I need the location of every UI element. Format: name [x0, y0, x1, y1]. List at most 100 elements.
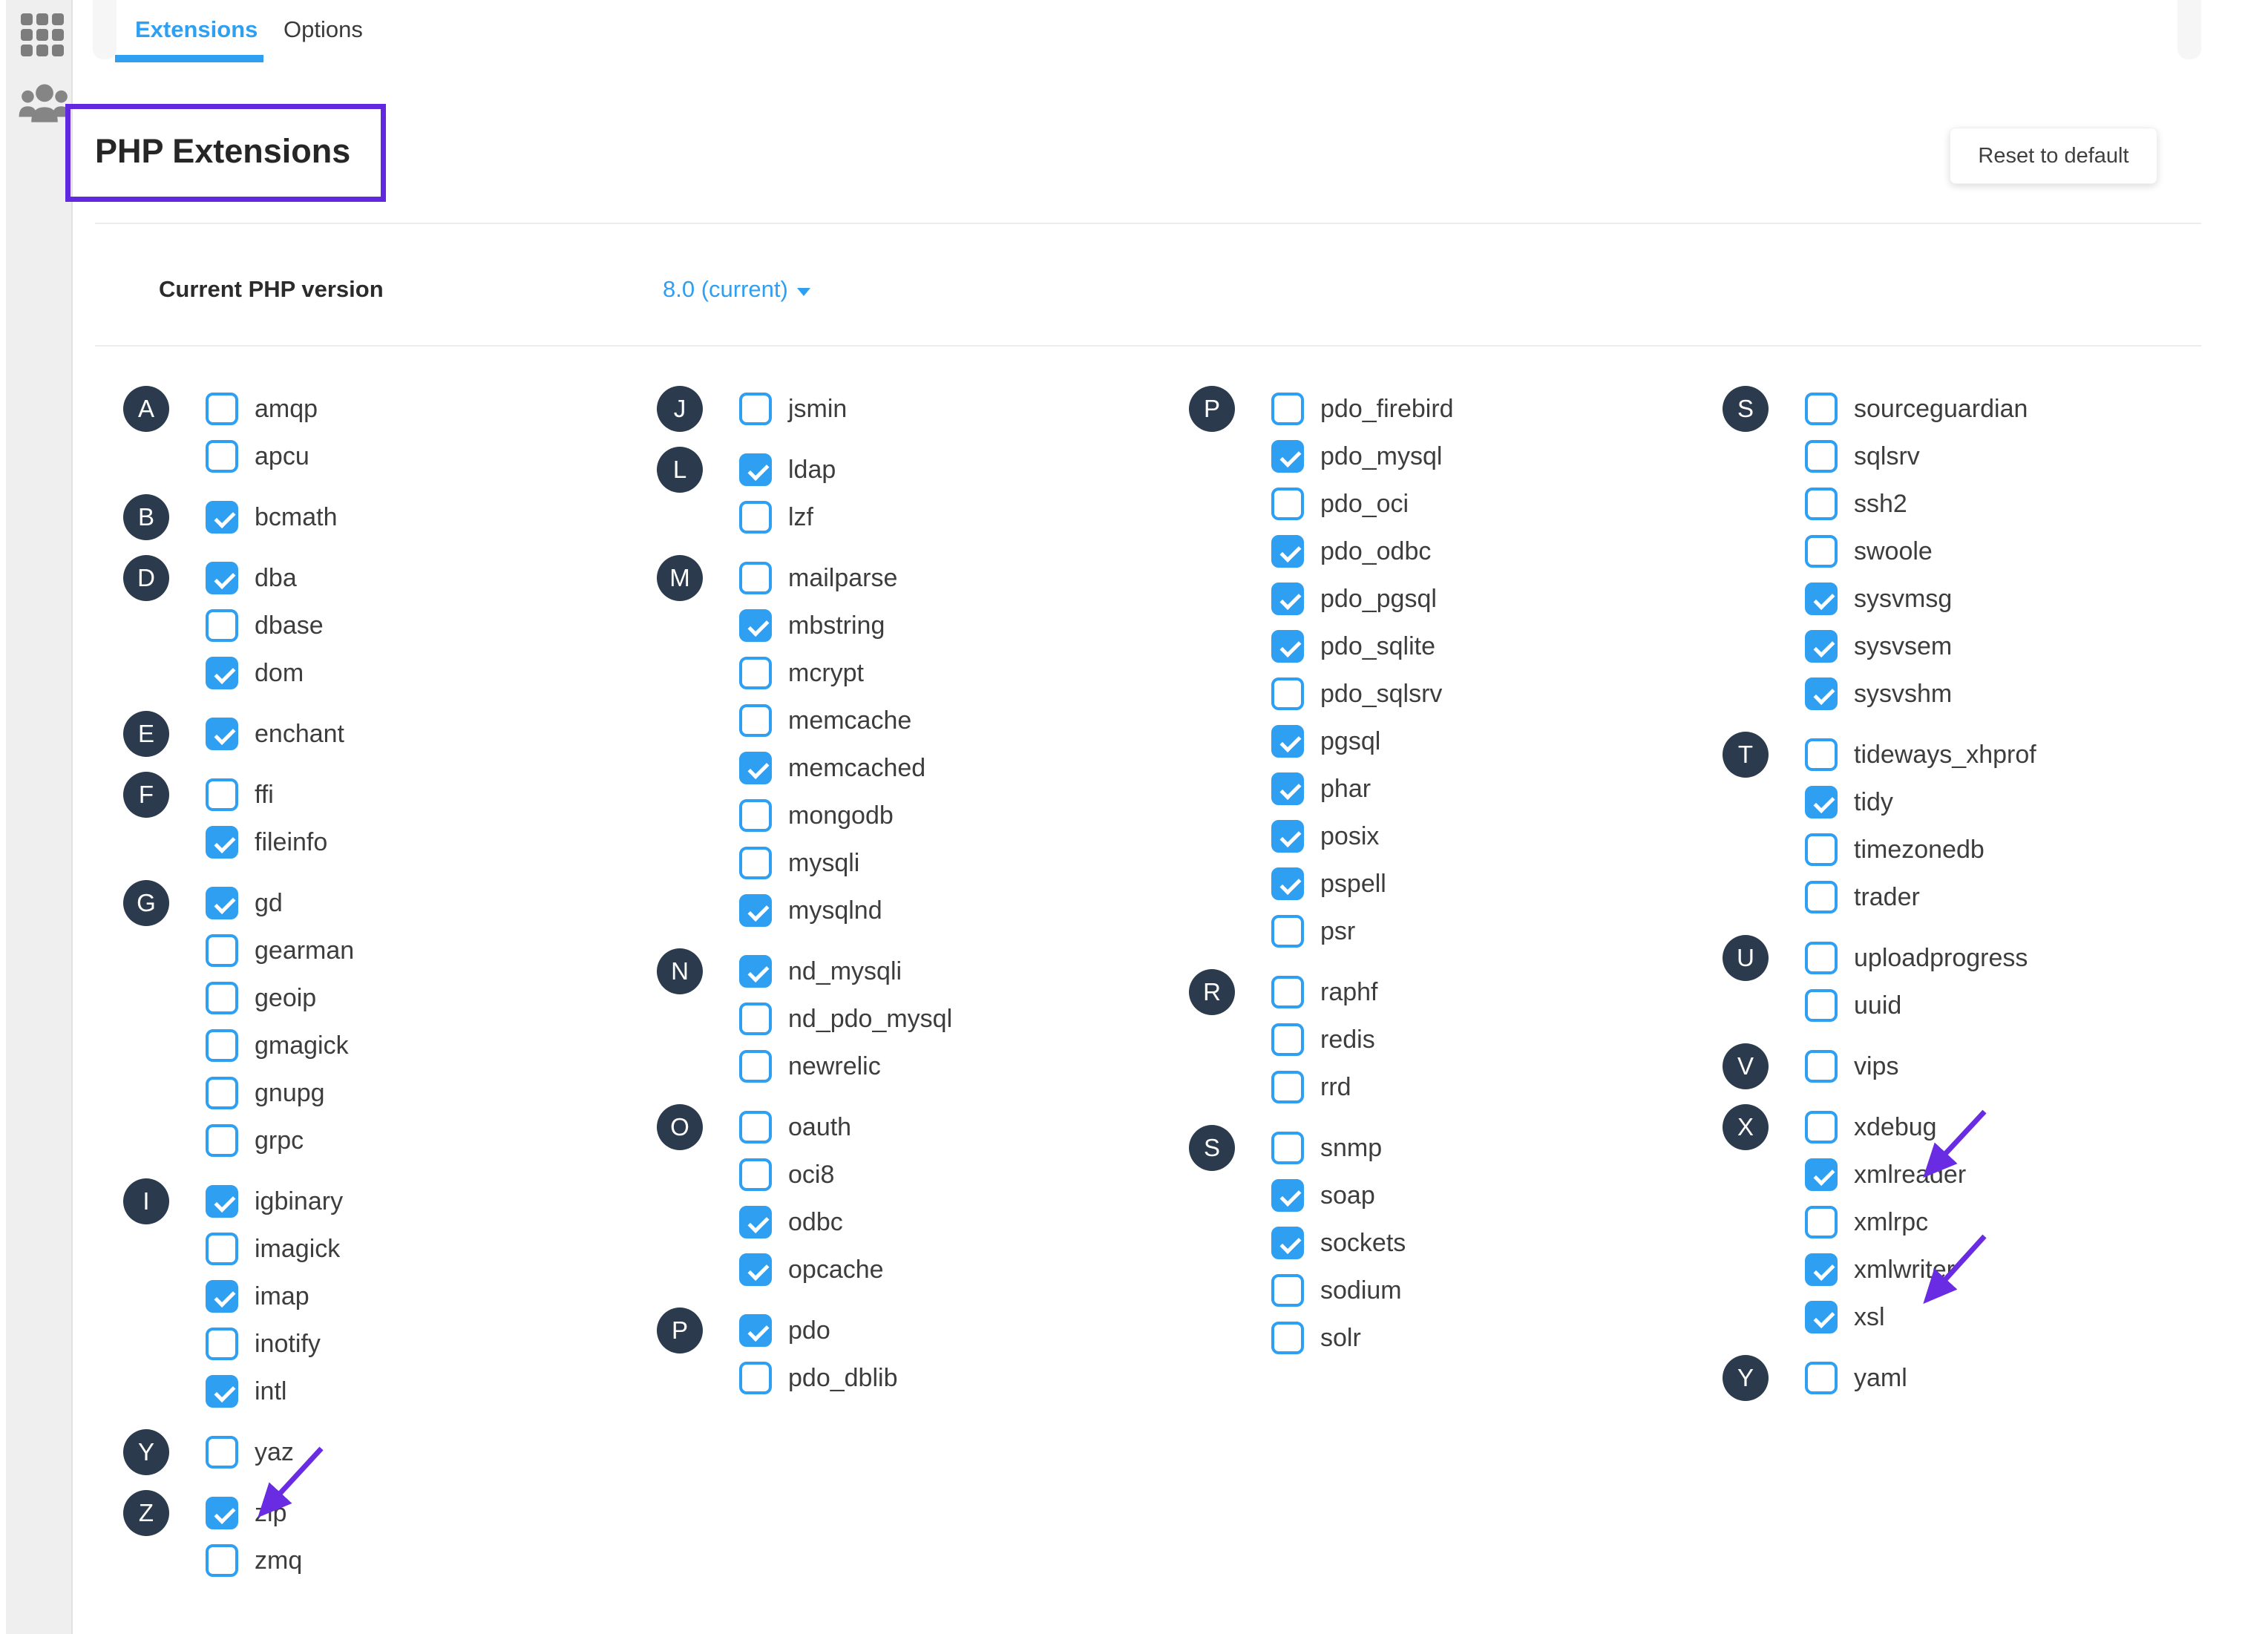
- checkbox-rrd[interactable]: [1271, 1071, 1304, 1103]
- checkbox-dom[interactable]: [206, 657, 238, 689]
- checkbox-nd_pdo_mysql[interactable]: [739, 1003, 772, 1035]
- checkbox-oauth[interactable]: [739, 1111, 772, 1144]
- checkbox-snmp[interactable]: [1271, 1132, 1304, 1164]
- checkbox-tidy[interactable]: [1805, 786, 1838, 818]
- checkbox-psr[interactable]: [1271, 915, 1304, 948]
- checkbox-amqp[interactable]: [206, 393, 238, 425]
- checkbox-sqlsrv[interactable]: [1805, 440, 1838, 473]
- checkbox-sourceguardian[interactable]: [1805, 393, 1838, 425]
- checkbox-zip[interactable]: [206, 1497, 238, 1529]
- left-sidebar: [6, 0, 73, 1634]
- checkbox-mysqlnd[interactable]: [739, 894, 772, 927]
- checkbox-ldap[interactable]: [739, 453, 772, 486]
- checkbox-sodium[interactable]: [1271, 1274, 1304, 1307]
- checkbox-mbstring[interactable]: [739, 609, 772, 642]
- users-group-icon[interactable]: [16, 83, 73, 131]
- extension-row-lzf: lzf: [739, 493, 836, 541]
- checkbox-solr[interactable]: [1271, 1322, 1304, 1354]
- checkbox-xmlrpc[interactable]: [1805, 1206, 1838, 1238]
- letter-badge-S: S: [1189, 1125, 1235, 1171]
- tab-extensions[interactable]: Extensions: [135, 16, 258, 43]
- checkbox-yaz[interactable]: [206, 1436, 238, 1469]
- checkbox-yaml[interactable]: [1805, 1362, 1838, 1394]
- checkbox-grpc[interactable]: [206, 1124, 238, 1157]
- checkbox-raphf[interactable]: [1271, 976, 1304, 1008]
- checkbox-gnupg[interactable]: [206, 1077, 238, 1109]
- checkbox-sysvshm[interactable]: [1805, 677, 1838, 710]
- checkbox-redis[interactable]: [1271, 1023, 1304, 1056]
- checkbox-swoole[interactable]: [1805, 535, 1838, 568]
- checkbox-oci8[interactable]: [739, 1158, 772, 1191]
- checkbox-gmagick[interactable]: [206, 1029, 238, 1062]
- checkbox-mcrypt[interactable]: [739, 657, 772, 689]
- checkbox-xsl[interactable]: [1805, 1301, 1838, 1333]
- apps-grid-icon[interactable]: [21, 13, 64, 56]
- extension-label-igbinary: igbinary: [255, 1187, 343, 1216]
- checkbox-pdo[interactable]: [739, 1314, 772, 1347]
- checkbox-ssh2[interactable]: [1805, 488, 1838, 520]
- checkbox-memcache[interactable]: [739, 704, 772, 737]
- checkbox-odbc[interactable]: [739, 1206, 772, 1238]
- checkbox-sysvsem[interactable]: [1805, 630, 1838, 663]
- checkbox-memcached[interactable]: [739, 752, 772, 784]
- checkbox-pdo_oci[interactable]: [1271, 488, 1304, 520]
- extension-row-zmq: zmq: [206, 1537, 302, 1584]
- checkbox-intl[interactable]: [206, 1375, 238, 1408]
- checkbox-pgsql[interactable]: [1271, 725, 1304, 758]
- checkbox-dbase[interactable]: [206, 609, 238, 642]
- checkbox-tideways_xhprof[interactable]: [1805, 738, 1838, 771]
- checkbox-pdo_sqlsrv[interactable]: [1271, 677, 1304, 710]
- checkbox-geoip[interactable]: [206, 982, 238, 1014]
- checkbox-pdo_sqlite[interactable]: [1271, 630, 1304, 663]
- checkbox-lzf[interactable]: [739, 501, 772, 534]
- checkbox-trader[interactable]: [1805, 881, 1838, 913]
- reset-to-default-button[interactable]: Reset to default: [1950, 128, 2157, 184]
- extension-label-ffi: ffi: [255, 781, 274, 810]
- checkbox-imagick[interactable]: [206, 1233, 238, 1265]
- checkbox-sockets[interactable]: [1271, 1227, 1304, 1259]
- checkbox-xdebug[interactable]: [1805, 1111, 1838, 1144]
- checkbox-pdo_dblib[interactable]: [739, 1362, 772, 1394]
- checkbox-nd_mysqli[interactable]: [739, 955, 772, 988]
- checkbox-gearman[interactable]: [206, 934, 238, 967]
- checkbox-mongodb[interactable]: [739, 799, 772, 832]
- checkbox-zmq[interactable]: [206, 1544, 238, 1577]
- checkbox-ffi[interactable]: [206, 778, 238, 811]
- scrollbar-thumb[interactable]: [2177, 0, 2201, 59]
- checkbox-inotify[interactable]: [206, 1328, 238, 1360]
- checkbox-imap[interactable]: [206, 1280, 238, 1313]
- checkbox-uuid[interactable]: [1805, 989, 1838, 1022]
- checkbox-posix[interactable]: [1271, 820, 1304, 853]
- checkbox-gd[interactable]: [206, 887, 238, 919]
- checkbox-opcache[interactable]: [739, 1253, 772, 1286]
- tab-options[interactable]: Options: [284, 16, 363, 43]
- php-version-dropdown[interactable]: 8.0 (current): [663, 276, 810, 303]
- checkbox-pspell[interactable]: [1271, 867, 1304, 900]
- checkbox-apcu[interactable]: [206, 440, 238, 473]
- checkbox-pdo_mysql[interactable]: [1271, 440, 1304, 473]
- checkbox-jsmin[interactable]: [739, 393, 772, 425]
- checkbox-sysvmsg[interactable]: [1805, 583, 1838, 615]
- checkbox-vips[interactable]: [1805, 1050, 1838, 1083]
- checkbox-xmlreader[interactable]: [1805, 1158, 1838, 1191]
- checkbox-mailparse[interactable]: [739, 562, 772, 594]
- checkbox-timezonedb[interactable]: [1805, 833, 1838, 866]
- extension-row-ffi: ffi: [206, 771, 327, 818]
- checkbox-pdo_odbc[interactable]: [1271, 535, 1304, 568]
- checkbox-phar[interactable]: [1271, 772, 1304, 805]
- checkbox-xmlwriter[interactable]: [1805, 1253, 1838, 1286]
- checkbox-newrelic[interactable]: [739, 1050, 772, 1083]
- extension-row-dba: dba: [206, 554, 324, 602]
- checkbox-uploadprogress[interactable]: [1805, 942, 1838, 974]
- checkbox-pdo_firebird[interactable]: [1271, 393, 1304, 425]
- checkbox-fileinfo[interactable]: [206, 826, 238, 859]
- checkbox-igbinary[interactable]: [206, 1185, 238, 1218]
- checkbox-soap[interactable]: [1271, 1179, 1304, 1212]
- checkbox-mysqli[interactable]: [739, 847, 772, 879]
- extension-label-uuid: uuid: [1854, 991, 1901, 1020]
- extension-label-mongodb: mongodb: [788, 801, 894, 830]
- checkbox-enchant[interactable]: [206, 718, 238, 750]
- checkbox-pdo_pgsql[interactable]: [1271, 583, 1304, 615]
- checkbox-bcmath[interactable]: [206, 501, 238, 534]
- checkbox-dba[interactable]: [206, 562, 238, 594]
